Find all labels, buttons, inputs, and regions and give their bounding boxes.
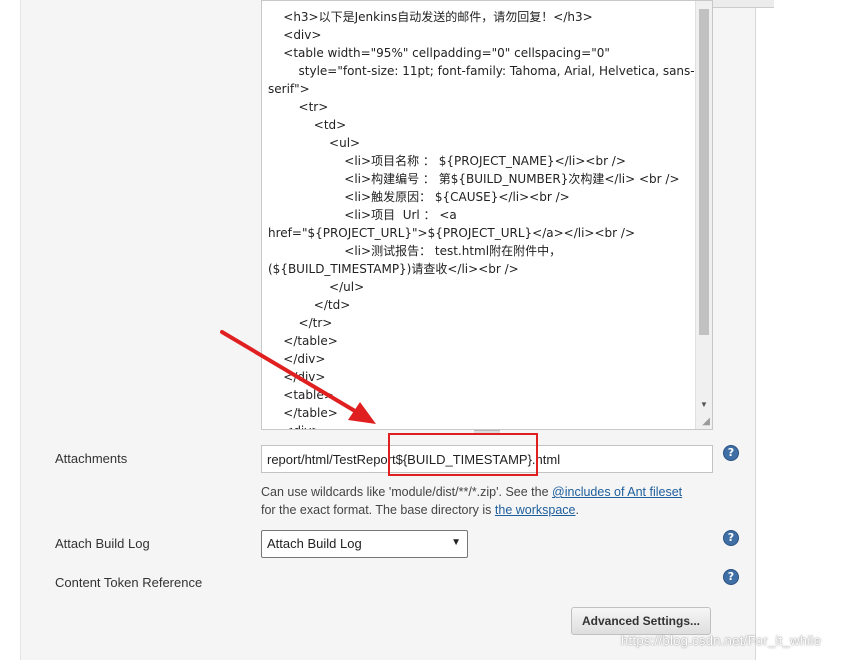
annotation-highlight-box: [388, 433, 538, 476]
annotation-arrow-icon: [220, 330, 376, 424]
watermark: https://blog.csdn.net/For_it_while: [621, 633, 822, 648]
